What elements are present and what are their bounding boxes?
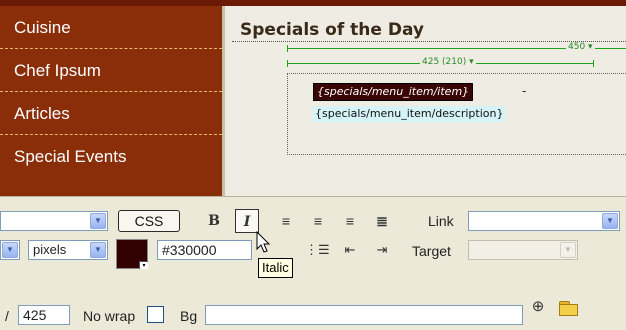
units-value: pixels: [33, 242, 67, 257]
ordered-list-icon[interactable]: ⋮☰: [305, 240, 330, 260]
chevron-down-icon: ▼: [2, 242, 18, 258]
align-center-icon[interactable]: ≡: [308, 211, 328, 231]
guide-tick: [593, 60, 594, 67]
indent-icon[interactable]: ⇥: [372, 240, 392, 260]
chevron-down-icon: ▾: [139, 261, 148, 269]
nav-item-chef-ipsum[interactable]: Chef Ipsum: [0, 49, 222, 92]
chevron-down-icon: ▼: [90, 213, 106, 229]
item-dynamic-text[interactable]: {specials/menu_item/item}: [313, 83, 474, 101]
nav-item-label: Cuisine: [14, 18, 71, 37]
nav-item-label: Chef Ipsum: [14, 61, 101, 80]
width-label-fragment: /: [5, 308, 9, 324]
nav-item-label: Articles: [14, 104, 70, 123]
cell-width-value: 425 (210): [422, 57, 467, 67]
chevron-down-icon: ▾: [585, 42, 593, 52]
cell-width-label[interactable]: 425 (210) ▾: [420, 57, 476, 68]
width-input[interactable]: 425: [18, 305, 70, 325]
text-color-field[interactable]: #330000: [157, 240, 252, 260]
folder-icon[interactable]: [558, 301, 580, 317]
tooltip: Italic: [258, 258, 293, 278]
nowrap-label: No wrap: [83, 308, 136, 324]
bg-label: Bg: [180, 308, 198, 324]
bold-button[interactable]: B: [204, 211, 224, 231]
guide-tick: [287, 45, 288, 52]
link-label: Link: [428, 213, 454, 229]
table-width-value: 450: [568, 42, 586, 52]
page-title: Specials of the Day: [240, 20, 424, 40]
chevron-down-icon: ▾: [466, 57, 474, 67]
design-view: Cuisine Chef Ipsum Articles Special Even…: [0, 0, 626, 196]
separator-text: -: [522, 84, 527, 98]
point-to-file-icon[interactable]: ⊕: [528, 297, 548, 317]
units-select[interactable]: pixels ▼: [28, 240, 108, 260]
guide-tick: [287, 60, 288, 67]
link-input[interactable]: ▼: [468, 211, 620, 231]
css-button[interactable]: CSS: [118, 210, 180, 232]
target-select[interactable]: ▼: [468, 240, 578, 260]
align-left-icon[interactable]: ≡: [276, 211, 296, 231]
italic-button[interactable]: I: [235, 209, 259, 233]
table-width-label[interactable]: 450 ▾: [566, 42, 595, 53]
nav-item-special-events[interactable]: Special Events: [0, 135, 222, 178]
chevron-down-icon: ▼: [560, 242, 576, 258]
nav-sidebar: Cuisine Chef Ipsum Articles Special Even…: [0, 6, 222, 196]
nowrap-checkbox[interactable]: [147, 306, 164, 323]
style-select[interactable]: ▼: [0, 211, 108, 231]
bg-input[interactable]: [205, 305, 523, 325]
chevron-down-icon: ▼: [602, 213, 618, 229]
mouse-cursor-icon: [256, 231, 271, 253]
description-dynamic-text[interactable]: {specials/menu_item/description}: [313, 106, 506, 122]
size-select[interactable]: ▼: [0, 240, 20, 260]
nav-item-cuisine[interactable]: Cuisine: [0, 6, 222, 49]
text-color-picker[interactable]: ▾: [116, 239, 148, 269]
nav-item-articles[interactable]: Articles: [0, 92, 222, 135]
outdent-icon[interactable]: ⇤: [340, 240, 360, 260]
justify-icon[interactable]: ≣: [372, 211, 392, 231]
align-right-icon[interactable]: ≡: [340, 211, 360, 231]
property-inspector: ▼ CSS B I ≡ ≡ ≡ ≣ Link ▼ ▼ pixels ▼ ▾ #3…: [0, 196, 626, 330]
chevron-down-icon: ▼: [90, 242, 106, 258]
nav-item-label: Special Events: [14, 147, 127, 166]
target-label: Target: [412, 243, 451, 259]
